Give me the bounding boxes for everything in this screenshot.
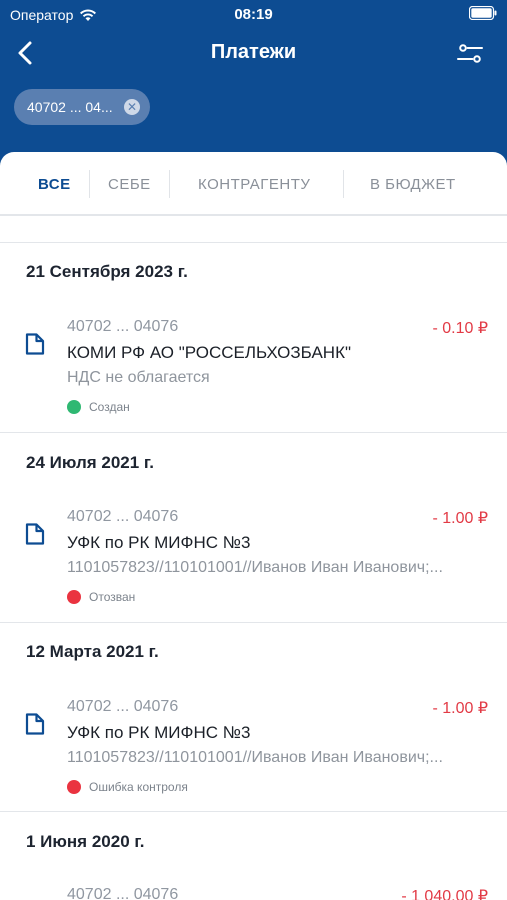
page-title: Платежи bbox=[210, 41, 297, 63]
status-bar: Оператор 08:19 bbox=[0, 0, 507, 30]
list-divider bbox=[0, 242, 507, 243]
recipient-name: УФК по РК МИФНС №3 bbox=[67, 533, 251, 552]
group-date: 12 Марта 2021 г. bbox=[26, 642, 159, 661]
list-divider bbox=[0, 432, 507, 433]
chip-close-icon[interactable]: ✕ bbox=[124, 99, 140, 115]
status-dot bbox=[67, 780, 81, 794]
payment-amount: - 1 040.00 ₽ bbox=[401, 888, 488, 900]
battery-icon bbox=[469, 6, 497, 20]
tab-divider bbox=[89, 170, 90, 198]
tab-budget[interactable]: В БЮДЖЕТ bbox=[370, 176, 456, 193]
account-number: 40702 ... 04076 bbox=[67, 508, 179, 525]
group-date: 24 Июля 2021 г. bbox=[26, 453, 155, 472]
tab-divider bbox=[343, 170, 344, 198]
status-badge: Создан bbox=[67, 400, 130, 414]
nav-bar: Платежи bbox=[0, 30, 507, 76]
status-time: 08:19 bbox=[234, 6, 273, 23]
tab-divider bbox=[169, 170, 170, 198]
status-text: Ошибка контроля bbox=[89, 780, 188, 794]
list-divider bbox=[0, 622, 507, 623]
status-text: Создан bbox=[89, 400, 130, 414]
payment-description: НДС не облагается bbox=[67, 369, 210, 386]
account-number: 40702 ... 04076 bbox=[67, 318, 179, 335]
status-text: Отозван bbox=[89, 590, 136, 604]
account-number: 40702 ... 04076 bbox=[67, 886, 179, 900]
document-icon bbox=[25, 713, 45, 735]
filter-settings-icon[interactable] bbox=[455, 39, 485, 69]
payment-description: 1101057823//110101001//Иванов Иван Ивано… bbox=[67, 749, 443, 766]
tab-all[interactable]: ВСЕ bbox=[38, 176, 71, 193]
status-dot bbox=[67, 400, 81, 414]
account-number: 40702 ... 04076 bbox=[67, 698, 179, 715]
payment-description: 1101057823//110101001//Иванов Иван Ивано… bbox=[67, 559, 443, 576]
status-badge: Ошибка контроля bbox=[67, 780, 188, 794]
tab-bar: ВСЕ СЕБЕ КОНТРАГЕНТУ В БЮДЖЕТ bbox=[0, 152, 507, 216]
group-date: 21 Сентября 2023 г. bbox=[26, 262, 188, 281]
tab-counterparty[interactable]: КОНТРАГЕНТУ bbox=[198, 176, 310, 193]
recipient-name: КОМИ РФ АО "РОССЕЛЬХОЗБАНК" bbox=[67, 343, 352, 362]
payment-amount: - 1.00 ₽ bbox=[432, 510, 488, 527]
group-date: 1 Июня 2020 г. bbox=[26, 832, 145, 851]
chip-label: 40702 ... 04... bbox=[27, 99, 113, 115]
account-filter-chip[interactable]: 40702 ... 04... ✕ bbox=[14, 89, 150, 125]
recipient-name: УФК по РК МИФНС №3 bbox=[67, 723, 251, 742]
status-dot bbox=[67, 590, 81, 604]
payments-sheet: ВСЕ СЕБЕ КОНТРАГЕНТУ В БЮДЖЕТ 21 Сентябр… bbox=[0, 152, 507, 900]
payment-amount: - 0.10 ₽ bbox=[432, 320, 488, 337]
status-badge: Отозван bbox=[67, 590, 135, 604]
tab-self[interactable]: СЕБЕ bbox=[108, 176, 151, 193]
document-icon bbox=[25, 523, 45, 545]
list-divider bbox=[0, 811, 507, 812]
payment-amount: - 1.00 ₽ bbox=[432, 700, 488, 717]
document-icon bbox=[25, 333, 45, 355]
